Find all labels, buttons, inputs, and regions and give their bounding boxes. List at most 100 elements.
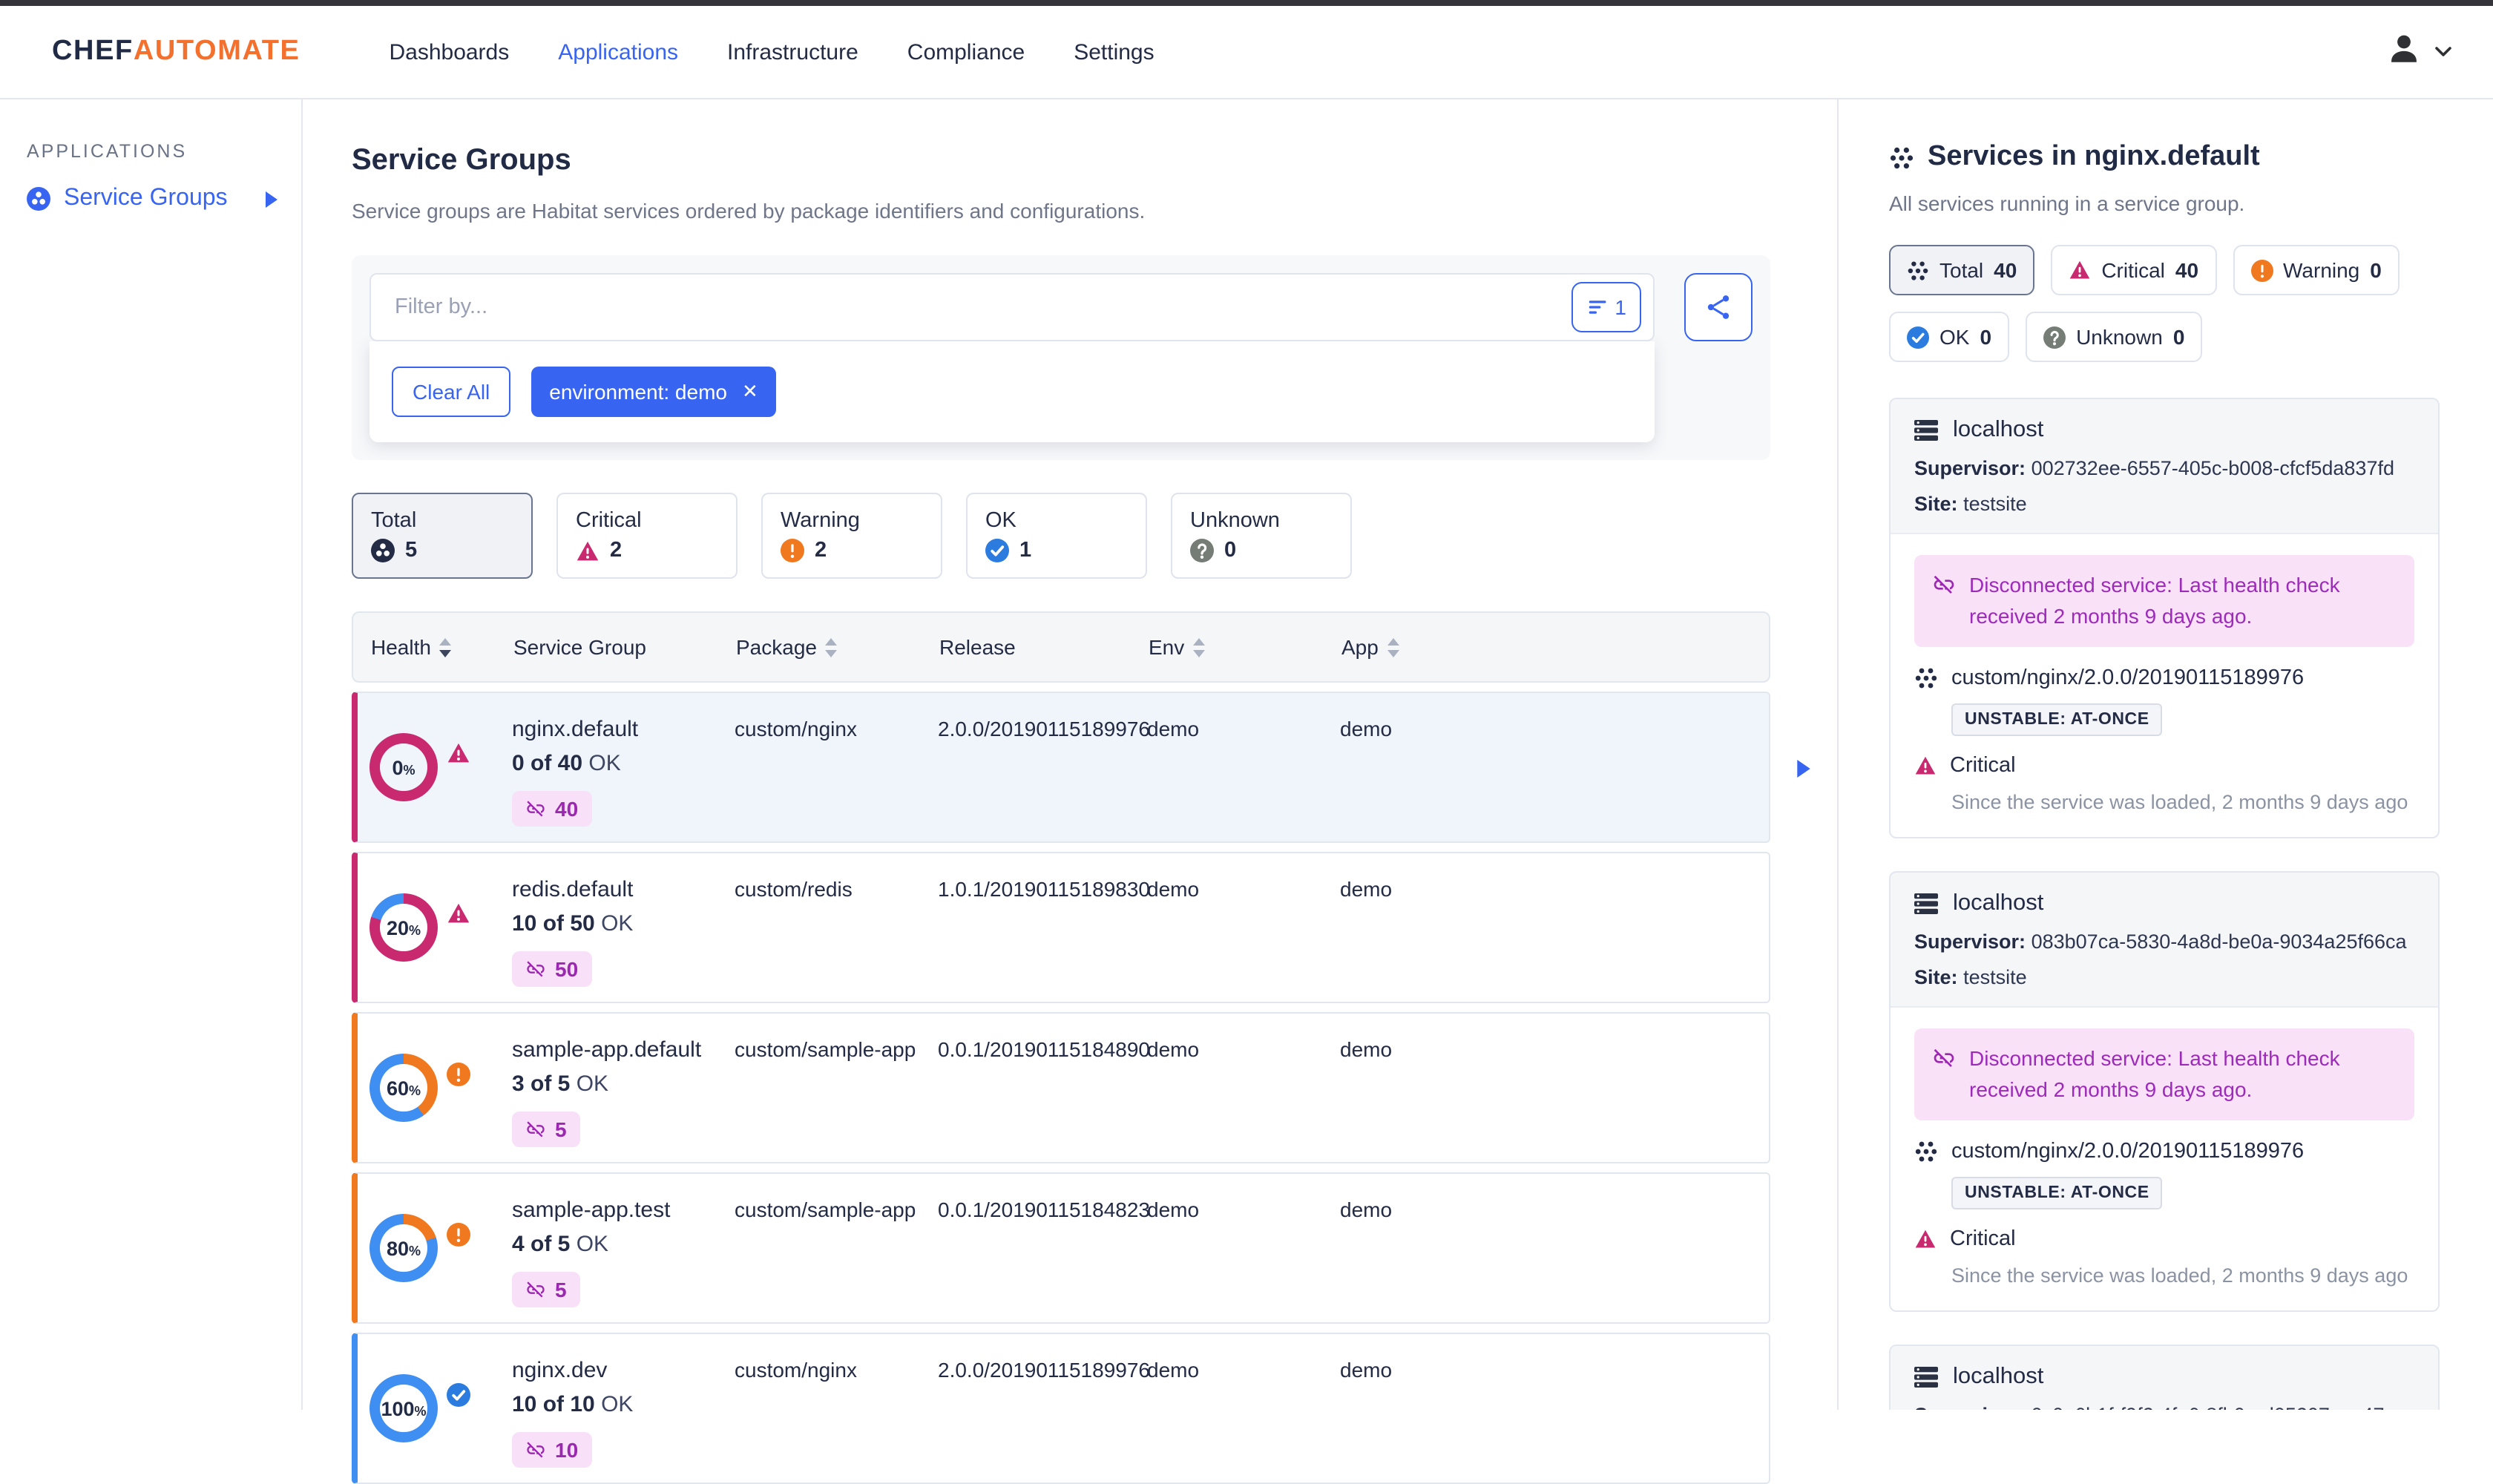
service-card[interactable]: localhost Supervisor: 002732ee-6557-405c… — [1889, 398, 2440, 838]
stat-card-total[interactable]: Total 5 — [352, 493, 533, 579]
health-status-icon — [447, 902, 470, 926]
service-health-status: Critical — [1914, 754, 2414, 778]
warning-icon — [2250, 259, 2273, 281]
release-cell: 1.0.1/20190115189830 — [938, 877, 1150, 901]
site-line: Site: testsite — [1914, 493, 2027, 515]
table-row[interactable]: 80% sample-app.test 4 of 5 OK 5 custom/s… — [352, 1172, 1770, 1324]
table-row[interactable]: 60% sample-app.default 3 of 5 OK 5 custo… — [352, 1012, 1770, 1163]
package-icon — [1915, 1141, 1937, 1162]
service-group-name: sample-app.default — [512, 1037, 702, 1063]
nav-infrastructure[interactable]: Infrastructure — [727, 39, 858, 65]
update-strategy-badge: UNSTABLE: AT-ONCE — [1951, 1177, 2163, 1209]
supervisor-line: Supervisor: 002732ee-6557-405c-b008-cfcf… — [1914, 457, 2394, 479]
env-cell: demo — [1147, 1198, 1200, 1221]
health-cell: 80% — [369, 1214, 512, 1282]
stat-card-critical[interactable]: Critical 2 — [556, 493, 738, 579]
service-groups-table: Health Service Group Package Release Env… — [352, 611, 1810, 1484]
table-row[interactable]: 100% nginx.dev 10 of 10 OK 10 custom/ngi… — [352, 1333, 1770, 1484]
ok-icon — [985, 539, 1009, 562]
app-cell: demo — [1340, 1198, 1393, 1221]
pill-ok[interactable]: OK 0 — [1889, 312, 2010, 362]
service-group-name: nginx.dev — [512, 1358, 608, 1383]
critical-icon — [2070, 260, 2090, 279]
disconnected-services-badge: 5 — [512, 1112, 580, 1147]
service-group-cell: redis.default 10 of 50 OK 50 — [512, 853, 735, 1002]
filter-input[interactable] — [392, 294, 1572, 321]
table-row[interactable]: 0% nginx.default 0 of 40 OK 40 custom/ng… — [352, 692, 1810, 843]
service-group-name: sample-app.test — [512, 1198, 671, 1223]
health-donut: 60% — [369, 1054, 438, 1122]
release-cell: 2.0.0/20190115189976 — [938, 1358, 1150, 1382]
filter-input-container: 1 — [369, 273, 1655, 341]
column-header-health[interactable]: Health — [371, 635, 513, 659]
health-cell: 0% — [369, 733, 512, 801]
nav-applications[interactable]: Applications — [558, 39, 678, 65]
service-group-name: redis.default — [512, 877, 634, 902]
service-health-pills: Total 40 Critical 40 Warning 0 OK 0 Unknown 0 — [1889, 245, 2440, 362]
chevron-down-icon[interactable] — [2435, 39, 2451, 65]
stat-card-unknown[interactable]: Unknown 0 — [1171, 493, 1352, 579]
active-filter-count: 1 — [1615, 295, 1626, 319]
sort-asc-icon[interactable] — [1387, 637, 1399, 645]
service-card[interactable]: localhost Supervisor: 083b07ca-5830-4a8d… — [1889, 871, 2440, 1312]
clear-all-filters-button[interactable]: Clear All — [392, 367, 511, 417]
page-title: Service Groups — [352, 144, 571, 177]
sort-asc-icon[interactable] — [825, 637, 838, 645]
remove-filter-icon[interactable]: ✕ — [742, 380, 758, 404]
health-donut: 100% — [369, 1374, 438, 1442]
broken-link-icon — [527, 1121, 545, 1137]
share-button[interactable] — [1684, 273, 1753, 341]
supervisor-line: Supervisor: 0c0a6b1f-f9f2-4fe6-8fb0-ad05… — [1914, 1404, 2414, 1410]
sort-desc-icon[interactable] — [1387, 649, 1399, 657]
pill-warning[interactable]: Warning 0 — [2233, 245, 2400, 295]
release-cell: 0.0.1/20190115184823 — [938, 1198, 1150, 1221]
table-row[interactable]: 20% redis.default 10 of 50 OK 50 custom/… — [352, 852, 1770, 1003]
sort-desc-icon[interactable] — [825, 649, 838, 657]
column-header-package[interactable]: Package — [736, 635, 939, 659]
nav-dashboards[interactable]: Dashboards — [389, 39, 509, 65]
filter-lines-icon — [1589, 301, 1606, 314]
chef-automate-logo[interactable]: CHEFAUTOMATE — [52, 36, 300, 68]
broken-link-icon — [527, 801, 545, 817]
share-icon — [1707, 295, 1730, 319]
env-cell: demo — [1147, 877, 1200, 901]
broken-link-icon — [1934, 575, 1954, 594]
service-card-header: localhost Supervisor: 0c0a6b1f-f9f2-4fe6… — [1891, 1346, 2438, 1410]
table-header: Health Service Group Package Release Env… — [352, 611, 1770, 683]
sort-desc-icon[interactable] — [1193, 649, 1206, 657]
health-cell: 20% — [369, 893, 512, 962]
service-group-cell: sample-app.test 4 of 5 OK 5 — [512, 1174, 735, 1322]
filter-chip-environment-demo[interactable]: environment: demo ✕ — [531, 367, 776, 417]
panel-subtitle: All services running in a service group. — [1889, 191, 2245, 215]
env-cell: demo — [1147, 1037, 1200, 1061]
sort-asc-icon[interactable] — [1193, 637, 1206, 645]
filter-count-button[interactable]: 1 — [1571, 282, 1641, 332]
nav-settings[interactable]: Settings — [1074, 39, 1154, 65]
critical-icon — [577, 540, 599, 560]
stat-card-warning[interactable]: Warning 2 — [761, 493, 942, 579]
nav-compliance[interactable]: Compliance — [907, 39, 1025, 65]
chevron-right-icon — [266, 191, 277, 207]
sidebar-item-service-groups[interactable]: Service Groups — [0, 186, 301, 212]
column-header-app[interactable]: App — [1341, 635, 1769, 659]
column-header-env[interactable]: Env — [1149, 635, 1341, 659]
service-card[interactable]: localhost Supervisor: 0c0a6b1f-f9f2-4fe6… — [1889, 1345, 2440, 1410]
services-icon — [1890, 146, 1914, 168]
service-card-body: Disconnected service: Last health check … — [1891, 534, 2438, 837]
pill-critical[interactable]: Critical 40 — [2051, 245, 2217, 295]
user-profile-icon[interactable] — [2385, 29, 2423, 75]
package-cell: custom/sample-app — [735, 1198, 916, 1221]
sort-desc-icon[interactable] — [439, 649, 452, 657]
row-expand-arrow-icon[interactable] — [1797, 758, 1810, 785]
chef-automate-app: CHEFAUTOMATE Dashboards Applications Inf… — [0, 0, 2493, 1484]
package-cell: custom/nginx — [735, 1358, 857, 1382]
stat-card-ok[interactable]: OK 1 — [966, 493, 1147, 579]
pill-unknown[interactable]: Unknown 0 — [2026, 312, 2203, 362]
service-cards-list: localhost Supervisor: 002732ee-6557-405c… — [1889, 398, 2440, 1410]
service-package: custom/nginx/2.0.0/20190115189976 — [1914, 1140, 2414, 1163]
sort-asc-icon[interactable] — [439, 637, 452, 645]
health-status-icon — [447, 1383, 470, 1407]
filter-zone: 1 Clear All environment: demo ✕ — [352, 255, 1770, 460]
pill-total[interactable]: Total 40 — [1889, 245, 2035, 295]
top-nav-bar: CHEFAUTOMATE Dashboards Applications Inf… — [0, 6, 2493, 99]
